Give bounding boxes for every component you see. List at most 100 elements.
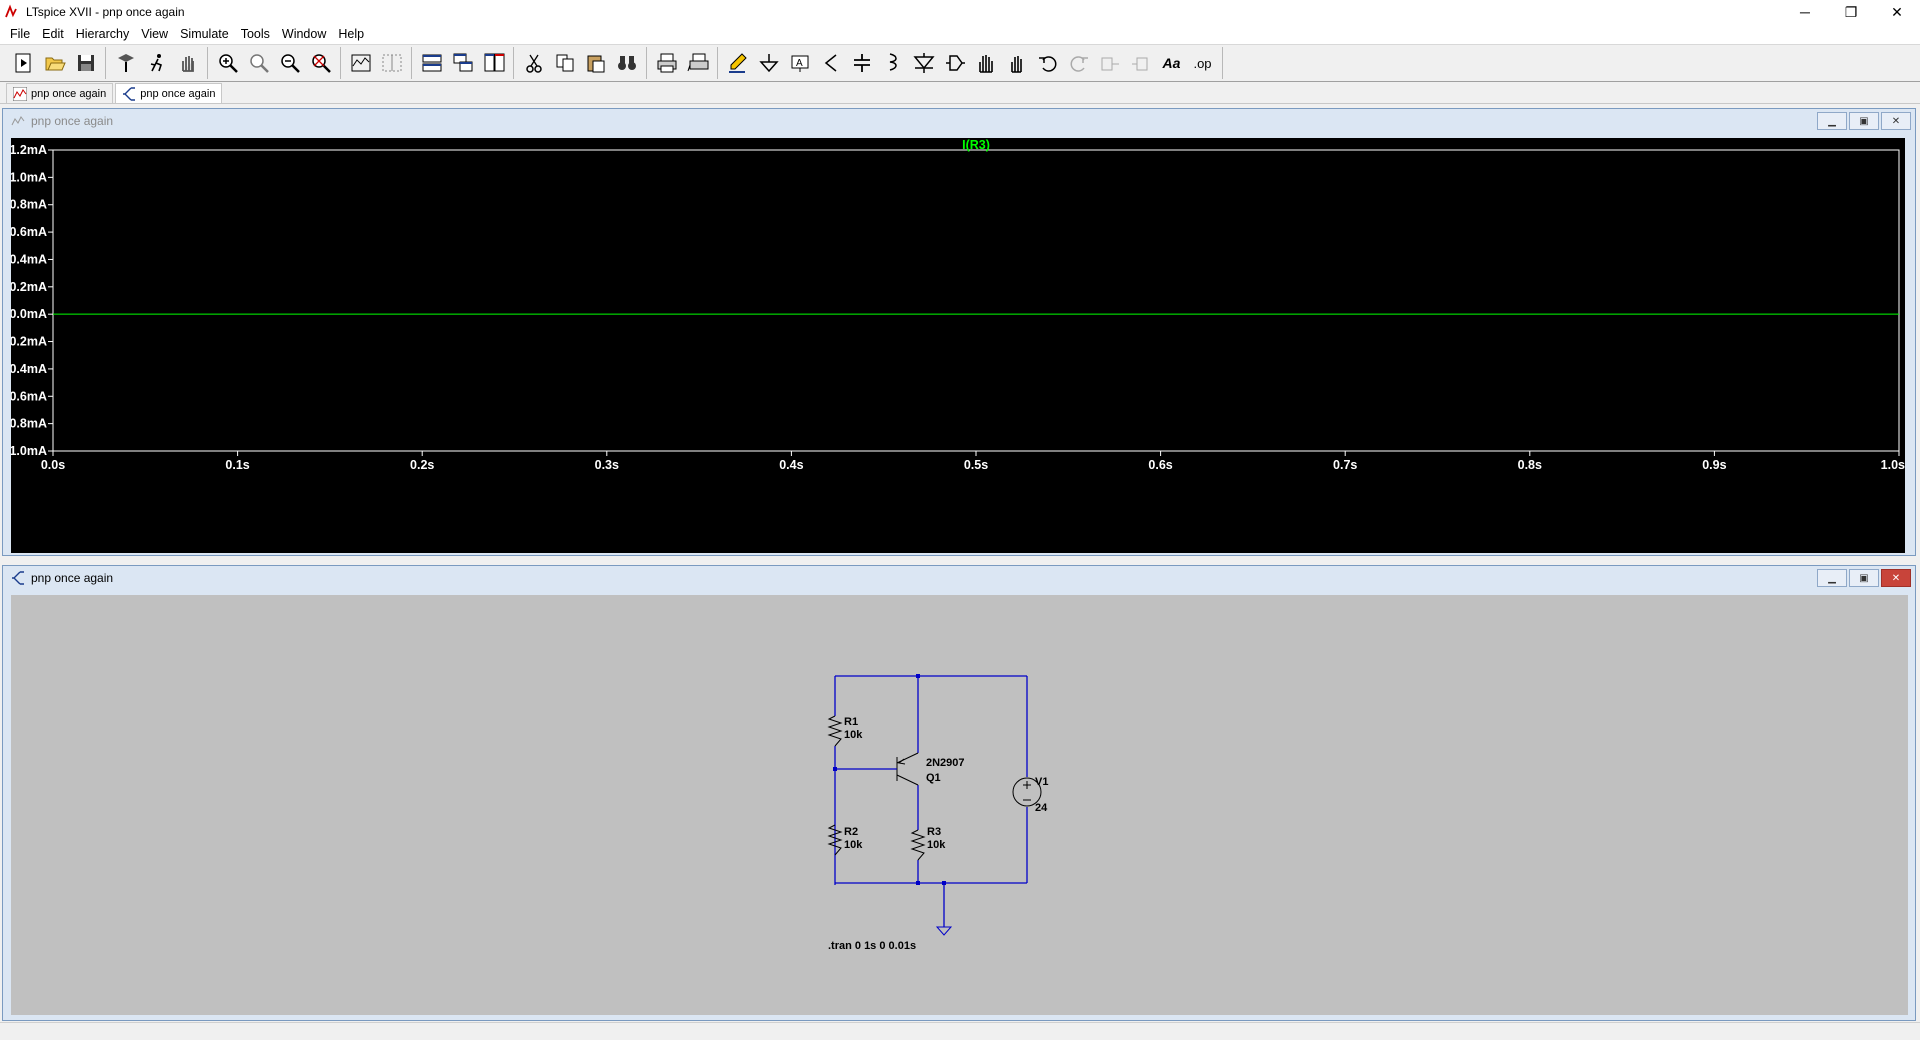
title-bar: LTspice XVII - pnp once again ─ ❐ ✕ <box>0 0 1920 24</box>
trace-label: I(R3) <box>962 138 990 152</box>
menu-simulate[interactable]: Simulate <box>174 24 235 44</box>
diode-icon[interactable] <box>908 48 939 78</box>
resistor-r1 <box>827 715 843 747</box>
ground-symbol <box>935 926 953 936</box>
pan-icon[interactable] <box>172 48 203 78</box>
restore-button[interactable]: ❐ <box>1828 0 1874 24</box>
tile-horizontal-icon[interactable] <box>416 48 447 78</box>
r2-value: 10k <box>844 839 863 851</box>
spice-directive-icon[interactable]: .op <box>1187 48 1218 78</box>
waveform-icon <box>11 116 25 126</box>
q1-ref: Q1 <box>926 772 941 784</box>
waveform-close-button[interactable]: ✕ <box>1881 112 1911 130</box>
waveform-maximize-button[interactable]: ▣ <box>1849 112 1879 130</box>
r3-ref: R3 <box>927 826 941 838</box>
print-setup-icon[interactable] <box>682 48 713 78</box>
control-panel-icon[interactable] <box>110 48 141 78</box>
capacitor-icon[interactable] <box>846 48 877 78</box>
schematic-close-button[interactable]: ✕ <box>1881 569 1911 587</box>
zoom-in-icon[interactable] <box>212 48 243 78</box>
schematic-canvas[interactable]: R1 10k R2 10k R3 10k 2N2907 Q1 V1 24 .tr… <box>11 595 1908 1015</box>
r1-value: 10k <box>844 729 863 741</box>
zoom-fit-icon[interactable] <box>305 48 336 78</box>
x-tick-label: 0.1s <box>225 458 249 472</box>
run-icon[interactable] <box>8 48 39 78</box>
paste-icon[interactable] <box>580 48 611 78</box>
menu-help[interactable]: Help <box>332 24 370 44</box>
op-button-label: .op <box>1193 55 1212 71</box>
text-icon[interactable]: Aa <box>1156 48 1187 78</box>
x-tick-label: 0.7s <box>1333 458 1357 472</box>
close-button[interactable]: ✕ <box>1874 0 1920 24</box>
ltspice-app-icon <box>5 4 17 18</box>
text-button-label: Aa <box>1162 55 1181 71</box>
find-icon[interactable] <box>611 48 642 78</box>
tab-label: pnp once again <box>140 87 216 100</box>
menu-tools[interactable]: Tools <box>235 24 276 44</box>
transistor-q1 <box>887 752 919 786</box>
document-tabs: pnp once again pnp once again <box>0 82 1920 104</box>
schematic-icon <box>123 86 136 101</box>
minimize-button[interactable]: ─ <box>1782 0 1828 24</box>
tab-schematic[interactable]: pnp once again <box>115 83 223 103</box>
x-tick-label: 1.0s <box>1881 458 1905 472</box>
q1-model: 2N2907 <box>926 757 965 769</box>
open-icon[interactable] <box>39 48 70 78</box>
cascade-icon[interactable] <box>447 48 478 78</box>
inductor-icon[interactable] <box>877 48 908 78</box>
tab-waveform[interactable]: pnp once again <box>6 83 114 103</box>
menu-window[interactable]: Window <box>276 24 332 44</box>
schematic-icon <box>12 571 24 585</box>
cut-icon[interactable] <box>518 48 549 78</box>
waveform-chart: 1.2mA 1.0mA 0.8mA 0.6mA 0.4mA 0.2mA 0.0mA -0.2m… <box>5 138 1905 472</box>
spice-directive[interactable]: .tran 0 1s 0 0.01s <box>828 940 916 952</box>
rotate-icon[interactable] <box>1094 48 1125 78</box>
waveform-plot[interactable]: 1.2mA 1.0mA 0.8mA 0.6mA 0.4mA 0.2mA 0.0mA -0.2m… <box>5 138 1905 553</box>
copy-icon[interactable] <box>549 48 580 78</box>
x-tick-label: 0.2s <box>410 458 434 472</box>
menu-hierarchy[interactable]: Hierarchy <box>70 24 136 44</box>
menu-view[interactable]: View <box>135 24 174 44</box>
y-tick-label: -0.2mA <box>11 335 47 349</box>
menu-edit[interactable]: Edit <box>36 24 70 44</box>
y-tick-label: 0.6mA <box>11 225 47 239</box>
y-tick-label: 0.2mA <box>11 280 47 294</box>
draw-wire-icon[interactable] <box>722 48 753 78</box>
save-icon[interactable] <box>70 48 101 78</box>
label-net-icon[interactable]: A <box>784 48 815 78</box>
resistor-icon[interactable] <box>815 48 846 78</box>
waveform-window-title: pnp once again <box>31 114 114 128</box>
redo-icon[interactable] <box>1063 48 1094 78</box>
x-tick-label: 0.9s <box>1702 458 1726 472</box>
zoom-back-icon[interactable] <box>243 48 274 78</box>
undo-icon[interactable] <box>1032 48 1063 78</box>
drag-icon[interactable] <box>1001 48 1032 78</box>
zoom-out-icon[interactable] <box>274 48 305 78</box>
y-tick-label: -1.0mA <box>11 444 47 458</box>
schematic-drawing: R1 10k R2 10k R3 10k 2N2907 Q1 V1 24 .tr… <box>827 674 1048 952</box>
mirror-icon[interactable] <box>1125 48 1156 78</box>
waveform-minimize-button[interactable]: ▁ <box>1817 112 1847 130</box>
plot-frame <box>52 149 1900 452</box>
tile-vertical-icon[interactable] <box>478 48 509 78</box>
r3-value: 10k <box>927 839 946 851</box>
menu-file[interactable]: File <box>4 24 36 44</box>
ground-icon[interactable] <box>753 48 784 78</box>
halt-icon[interactable] <box>141 48 172 78</box>
waveform-window: pnp once again ▁ ▣ ✕ 1.2mA 1.0mA 0.8mA 0.6m… <box>2 108 1916 556</box>
print-icon[interactable] <box>651 48 682 78</box>
schematic-minimize-button[interactable]: ▁ <box>1817 569 1847 587</box>
x-tick-label: 0.3s <box>595 458 619 472</box>
x-tick-label: 0.8s <box>1518 458 1542 472</box>
move-icon[interactable] <box>970 48 1001 78</box>
autorange-icon[interactable] <box>345 48 376 78</box>
menu-bar: File Edit Hierarchy View Simulate Tools … <box>0 24 1920 44</box>
resistor-r3 <box>910 829 926 861</box>
waveform-icon <box>13 86 27 101</box>
y-tick-label: 1.0mA <box>11 170 47 184</box>
schematic-maximize-button[interactable]: ▣ <box>1849 569 1879 587</box>
component-icon[interactable] <box>939 48 970 78</box>
y-tick-label: -0.4mA <box>11 362 47 376</box>
schematic-window-title: pnp once again <box>31 571 114 585</box>
marker-icon[interactable] <box>376 48 407 78</box>
